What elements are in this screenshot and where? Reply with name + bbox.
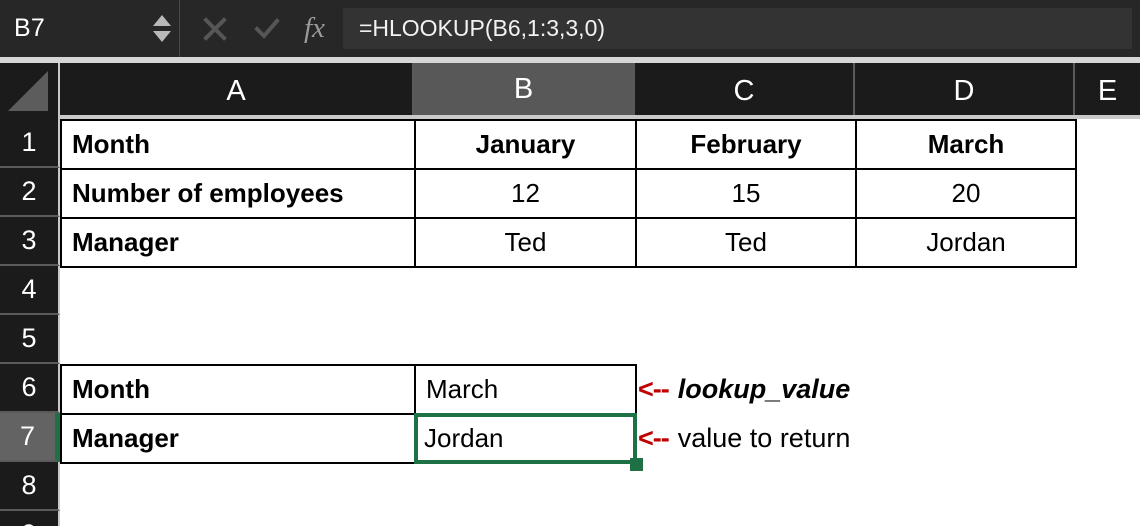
select-all-corner[interactable] <box>0 63 60 119</box>
formula-bar-actions <box>180 16 302 42</box>
column-header-d[interactable]: D <box>855 63 1075 119</box>
cell-a1[interactable]: Month <box>60 119 416 170</box>
formula-input[interactable]: =HLOOKUP(B6,1:3,3,0) <box>342 8 1132 49</box>
cell-a7[interactable]: Manager <box>60 413 416 464</box>
row-header-3[interactable]: 3 <box>0 217 60 266</box>
cell-d3[interactable]: Jordan <box>855 217 1077 268</box>
cell-b6[interactable]: March <box>414 364 637 415</box>
spreadsheet-grid: Month January February March Number of e… <box>60 119 1140 526</box>
annotation-lookup-value: <-- lookup_value <box>638 364 850 415</box>
excel-window: B7 fx =HLOOKUP(B6,1:3,3,0) A B C D E 1 2… <box>0 0 1140 526</box>
cell-b3[interactable]: Ted <box>414 217 637 268</box>
column-header-a[interactable]: A <box>60 63 414 119</box>
cell-c2[interactable]: 15 <box>635 168 857 219</box>
annotation-arrow-icon: <-- <box>638 423 670 453</box>
close-icon[interactable] <box>202 16 228 42</box>
check-icon[interactable] <box>254 16 280 42</box>
column-header-e[interactable]: E <box>1075 63 1140 119</box>
row-header-5[interactable]: 5 <box>0 315 60 364</box>
select-all-triangle-icon <box>8 71 48 111</box>
cell-b7[interactable]: Jordan <box>414 413 637 464</box>
name-box[interactable]: B7 <box>0 0 180 57</box>
cell-a3[interactable]: Manager <box>60 217 416 268</box>
cell-c3[interactable]: Ted <box>635 217 857 268</box>
triangle-up-icon[interactable] <box>153 15 171 26</box>
cell-b1[interactable]: January <box>414 119 637 170</box>
fx-icon: fx <box>304 12 325 44</box>
row-header-6[interactable]: 6 <box>0 364 60 413</box>
row-header-4[interactable]: 4 <box>0 266 60 315</box>
triangle-down-icon[interactable] <box>153 31 171 42</box>
cell-d1[interactable]: March <box>855 119 1077 170</box>
row-header-1[interactable]: 1 <box>0 119 60 168</box>
name-box-spinner[interactable] <box>145 0 179 57</box>
cell-c1[interactable]: February <box>635 119 857 170</box>
cell-d2[interactable]: 20 <box>855 168 1077 219</box>
annotation-value-to-return: <-- value to return <box>638 413 850 464</box>
annotation-arrow-icon: <-- <box>638 374 670 404</box>
row-header-8[interactable]: 8 <box>0 462 60 511</box>
cell-a6[interactable]: Month <box>60 364 416 415</box>
annotation-lookup-value-label: lookup_value <box>677 374 851 404</box>
row-header-2[interactable]: 2 <box>0 168 60 217</box>
formula-bar: B7 fx =HLOOKUP(B6,1:3,3,0) <box>0 0 1140 57</box>
column-header-b[interactable]: B <box>414 63 635 119</box>
cell-b2[interactable]: 12 <box>414 168 637 219</box>
cell-a2[interactable]: Number of employees <box>60 168 416 219</box>
column-header-c[interactable]: C <box>635 63 855 119</box>
annotation-value-to-return-label: value to return <box>677 423 851 453</box>
name-box-value: B7 <box>14 14 45 42</box>
row-header-9[interactable]: 9 <box>0 511 60 526</box>
row-header-7[interactable]: 7 <box>0 413 60 462</box>
